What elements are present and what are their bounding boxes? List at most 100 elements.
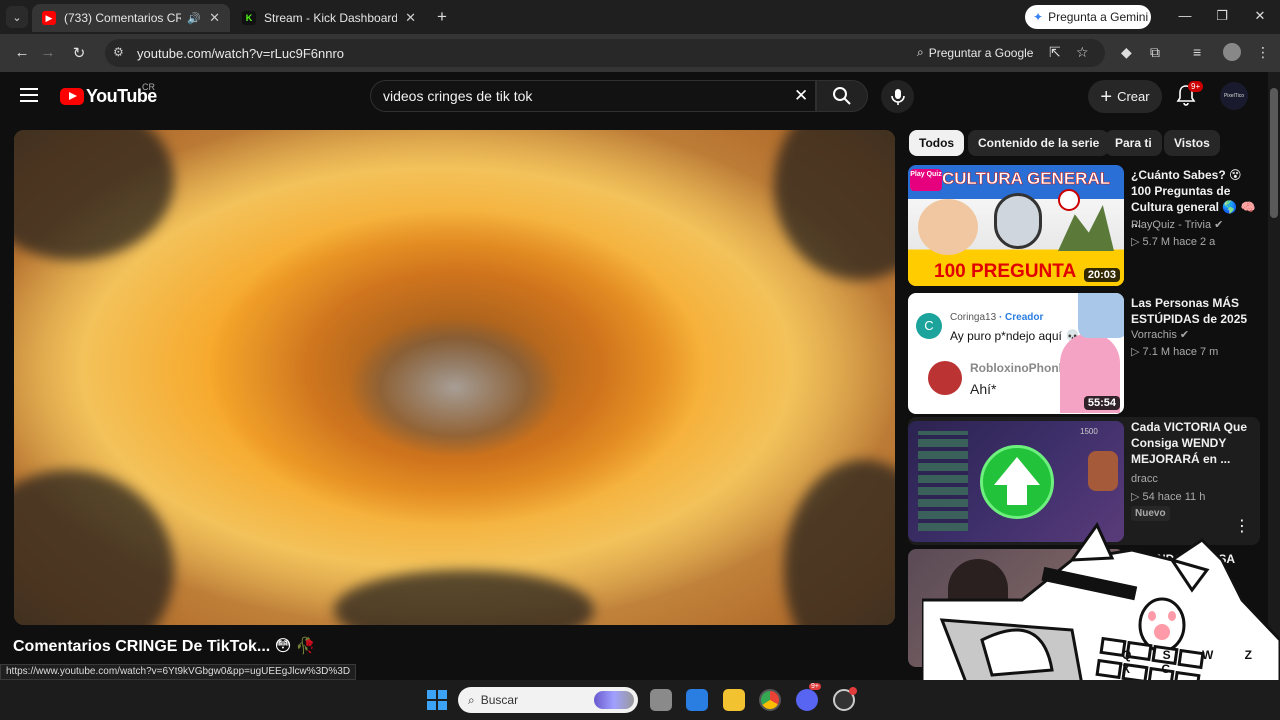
close-window-icon[interactable]: ✕ [1250, 8, 1270, 24]
back-icon[interactable]: ← [12, 44, 32, 61]
minimize-icon[interactable]: — [1175, 8, 1195, 23]
recommendation-title[interactable]: Las Personas MÁS ESTÚPIDAS de 2025 [1131, 295, 1259, 327]
recommendation-item[interactable]: C Coringa13 · Creador Ay puro p*ndejo aq… [908, 293, 1260, 414]
close-tab-icon[interactable]: ✕ [209, 10, 220, 26]
video-frame-shadow [14, 470, 174, 625]
game-score: 1500 [1080, 427, 1098, 436]
chip-todos[interactable]: Todos [909, 130, 965, 156]
account-label: PixelTico [1223, 93, 1245, 99]
gemini-sparkle-icon: ✦ [1033, 10, 1044, 24]
chrome-icon[interactable] [759, 689, 781, 711]
address-bar[interactable]: ⚙ youtube.com/watch?v=rLuc9F6nnro ⌕ Preg… [105, 39, 1105, 67]
reply-user: RobloxinoPhonk [970, 361, 1066, 375]
file-explorer-icon[interactable] [723, 689, 745, 711]
tab-kick[interactable]: K Stream - Kick Dashboard ✕ [232, 4, 426, 32]
bookmark-star-icon[interactable]: ☆ [1076, 44, 1089, 61]
notification-dot [849, 687, 857, 695]
notification-badge: 9+ [1188, 81, 1204, 92]
recommendation-title[interactable]: Cada VICTORIA Que Consiga WENDY MEJORARÁ… [1131, 419, 1259, 467]
chip-contenido-serie[interactable]: Contenido de la serie [968, 130, 1110, 156]
video-thumbnail[interactable]: CULTURA GENERAL Play Quiz 100 PREGUNTA 2… [908, 165, 1124, 286]
search-input[interactable] [383, 88, 783, 104]
commenter-avatar: C [916, 313, 942, 339]
search-icon [833, 87, 851, 105]
channel-name[interactable]: dracc [1131, 473, 1158, 485]
youtube-logo[interactable]: YouTube CR [60, 82, 157, 107]
task-view-icon[interactable] [650, 689, 672, 711]
gemini-button[interactable]: ✦ Pregunta a Gemini [1025, 5, 1151, 29]
notifications-button[interactable]: 9+ [1176, 81, 1204, 108]
speaker-icon[interactable]: 🔊 [187, 12, 201, 25]
discord-icon[interactable]: 9+ [796, 683, 821, 711]
channel-name[interactable]: PlayQuiz - Trivia ✔ [1131, 218, 1223, 231]
create-button[interactable]: + Crear [1088, 80, 1162, 113]
youtube-play-icon [60, 88, 84, 105]
lens-icon: ⌕ [917, 45, 924, 59]
tab-title: Stream - Kick Dashboard [264, 11, 398, 25]
video-meta: ▷ 7.1 M hace 7 m [1131, 346, 1219, 358]
ask-google-button[interactable]: ⌕ Preguntar a Google [917, 45, 1033, 60]
scrollbar-thumb[interactable] [1270, 88, 1278, 218]
roblox-avatar [928, 361, 962, 395]
windows-taskbar: ⌕ Buscar 9+ [0, 680, 1280, 720]
extension-icon[interactable]: ◆ [1121, 44, 1132, 61]
extensions-puzzle-icon[interactable]: ⧉ [1150, 44, 1160, 61]
reload-icon[interactable]: ↻ [69, 44, 89, 62]
comment-text: Ay puro p*ndejo aquí 💀 [950, 329, 1081, 343]
country-code: CR [142, 82, 155, 92]
account-avatar[interactable]: PixelTico [1220, 82, 1248, 110]
taskbar-search[interactable]: ⌕ Buscar [458, 687, 638, 713]
player-face-image [918, 199, 978, 255]
site-info-icon[interactable]: ⚙ [113, 45, 124, 59]
app-icon[interactable] [833, 687, 857, 711]
hamburger-menu-icon[interactable] [20, 88, 38, 102]
keyboard-keys-text: Q S W Z X C [1122, 648, 1266, 676]
tab-youtube[interactable]: ▶ (733) Comentarios CRINGE 🔊 ✕ [32, 4, 230, 32]
video-meta: ▷ 5.7 M hace 2 a [1131, 236, 1216, 248]
playquiz-logo: Play Quiz [910, 169, 942, 191]
channel-name[interactable]: Vorrachis ✔ [1131, 328, 1189, 341]
search-icon: ⌕ [468, 692, 475, 707]
profile-avatar[interactable] [1223, 43, 1241, 61]
maximize-icon[interactable]: ❐ [1212, 8, 1232, 24]
tab-search-chevron-icon[interactable]: ⌄ [6, 6, 28, 28]
recommendation-item[interactable]: CULTURA GENERAL Play Quiz 100 PREGUNTA 2… [908, 165, 1260, 286]
youtube-header: YouTube CR ✕ + Crear 9+ PixelTico [0, 72, 1268, 122]
astronaut-image [994, 193, 1042, 249]
search-box: ✕ [370, 80, 816, 112]
video-frame-shadow [14, 130, 174, 260]
video-frame-shadow [784, 460, 895, 625]
close-tab-icon[interactable]: ✕ [405, 10, 416, 26]
forward-icon[interactable]: → [38, 44, 58, 61]
game-character-image [1088, 451, 1118, 491]
clear-search-icon[interactable]: ✕ [794, 86, 808, 106]
taskbar-search-label: Buscar [480, 693, 519, 707]
video-player[interactable] [14, 130, 895, 625]
url-text: youtube.com/watch?v=rLuc9F6nnro [137, 46, 345, 61]
chip-para-ti[interactable]: Para ti [1105, 130, 1162, 156]
browser-tab-bar: ⌄ ▶ (733) Comentarios CRINGE 🔊 ✕ K Strea… [0, 0, 1280, 34]
search-button[interactable] [816, 80, 868, 112]
comment-header: Coringa13 · Creador [950, 312, 1043, 323]
machu-picchu-image [1058, 205, 1114, 251]
kick-favicon-icon: K [242, 11, 256, 25]
comment-user: Coringa13 [950, 312, 997, 323]
ask-google-label: Preguntar a Google [928, 45, 1034, 60]
create-label: Crear [1117, 89, 1150, 104]
voice-search-button[interactable] [881, 80, 914, 113]
install-icon[interactable]: ⇱ [1049, 44, 1061, 61]
media-control-icon[interactable]: ≡ [1193, 44, 1201, 60]
microsoft-store-icon[interactable] [686, 689, 708, 711]
video-frame-shadow [774, 130, 895, 280]
thumbnail-figure-image [1078, 293, 1124, 338]
gemini-label: Pregunta a Gemini [1048, 10, 1149, 24]
video-thumbnail[interactable]: C Coringa13 · Creador Ay puro p*ndejo aq… [908, 293, 1124, 414]
link-preview-status: https://www.youtube.com/watch?v=6Yt9kVGb… [0, 664, 357, 680]
creator-label: · Creador [998, 312, 1044, 323]
new-badge: Nuevo [1131, 506, 1170, 521]
windows-start-icon[interactable] [426, 689, 448, 711]
chip-vistos[interactable]: Vistos [1164, 130, 1220, 156]
new-tab-button[interactable]: + [431, 7, 453, 27]
chrome-menu-icon[interactable]: ⋮ [1256, 44, 1270, 61]
microphone-icon [890, 88, 905, 105]
